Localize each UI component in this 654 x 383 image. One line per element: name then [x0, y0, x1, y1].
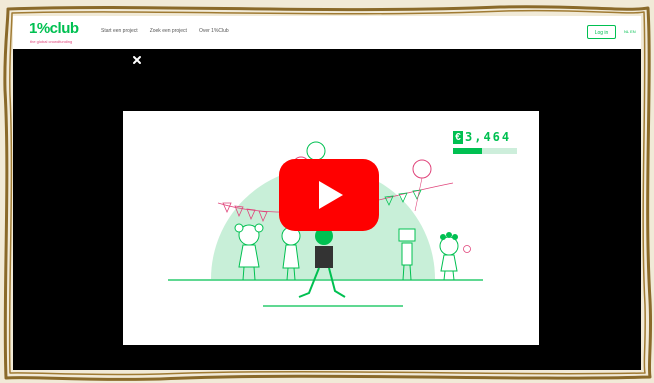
play-icon: [319, 181, 343, 209]
play-button[interactable]: [279, 159, 379, 231]
site-logo[interactable]: 1%club the global crowdfunding: [29, 20, 89, 46]
site-header: 1%club the global crowdfunding Start een…: [13, 16, 641, 49]
main-nav: Start een project Zoek een project Over …: [101, 28, 229, 34]
video-player[interactable]: € 3,464: [123, 111, 539, 345]
currency-symbol: €: [453, 131, 463, 144]
logo-tagline: the global crowdfunding: [30, 39, 73, 44]
browser-screen: 1%club the global crowdfunding Start een…: [13, 16, 641, 370]
counter-value: 3,464: [465, 130, 512, 144]
nav-start-project[interactable]: Start een project: [101, 28, 138, 34]
close-icon[interactable]: [130, 53, 144, 67]
counter-progress-bar: [453, 148, 517, 154]
logo-text: 1%club: [29, 20, 79, 37]
login-button[interactable]: Log in: [587, 25, 616, 39]
language-switch[interactable]: NL EN: [624, 29, 636, 34]
nav-about[interactable]: Over 1%Club: [199, 28, 229, 34]
counter-progress-fill: [453, 148, 482, 154]
nav-find-project[interactable]: Zoek een project: [150, 28, 187, 34]
donation-counter: € 3,464: [453, 131, 519, 154]
